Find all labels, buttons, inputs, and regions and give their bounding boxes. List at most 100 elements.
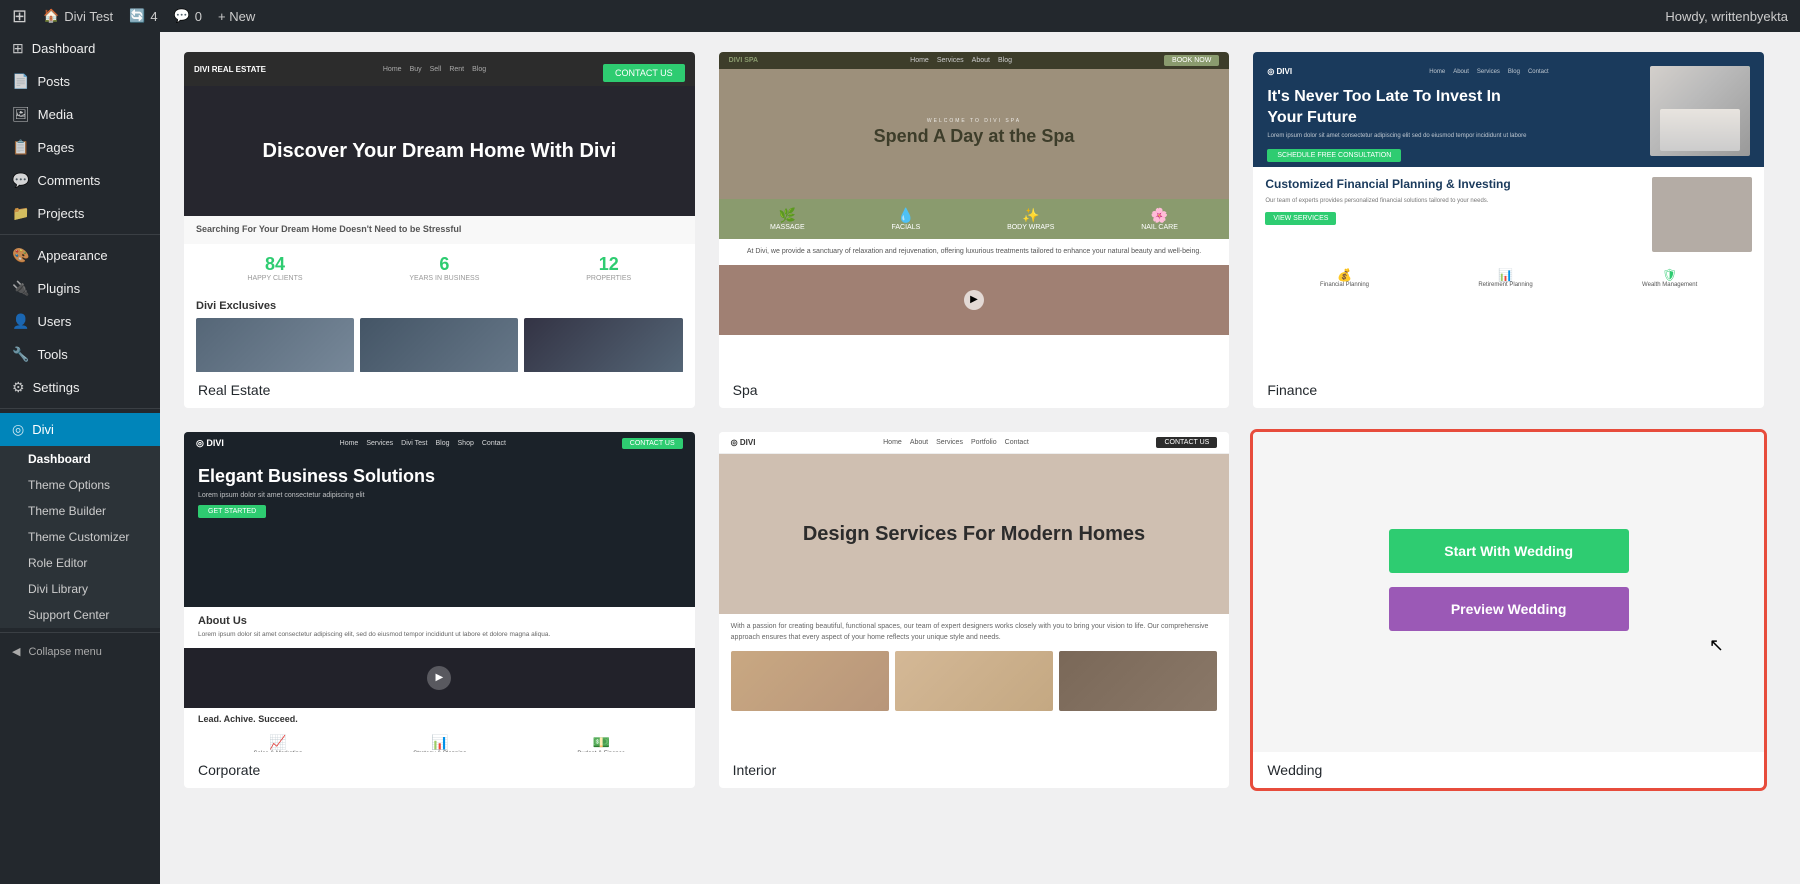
media-icon: 🖼 [12, 106, 30, 123]
corp-hero-btn[interactable]: GET STARTED [198, 505, 266, 518]
admin-sidebar: ⊞ Dashboard 📄 Posts 🖼 Media 📋 Pages 💬 Co… [0, 32, 160, 884]
template-card-corporate[interactable]: ◎ DIVI HomeServicesDivi TestBlogShopCont… [184, 432, 695, 788]
fin-hero-cta[interactable]: SCHEDULE FREE CONSULTATION [1267, 149, 1401, 162]
re-contact-btn[interactable]: CONTACT US [603, 64, 685, 82]
comments-item[interactable]: 💬 0 [174, 8, 202, 24]
sidebar-item-settings[interactable]: ⚙ Settings [0, 371, 160, 404]
submenu-item-theme-customizer[interactable]: Theme Customizer [0, 524, 160, 550]
corp-lead-label: Lead. Achive. Succeed. [198, 714, 681, 724]
template-name-corporate: Corporate [184, 752, 695, 788]
start-with-wedding-button[interactable]: Start With Wedding [1389, 529, 1629, 573]
submenu-item-support-center[interactable]: Support Center [0, 602, 160, 628]
corp-stats: 📈 Sales & Marketing 📊 Strategy & Plannin… [184, 730, 695, 752]
re-bottom: Divi Exclusives [184, 292, 695, 372]
sidebar-item-comments[interactable]: 💬 Comments [0, 164, 160, 197]
fin-hero-image [1650, 66, 1750, 156]
tools-icon: 🔧 [12, 346, 29, 363]
sidebar-item-appearance[interactable]: 🎨 Appearance [0, 239, 160, 272]
sidebar-item-divi[interactable]: ◎ Divi [0, 413, 160, 446]
preview-wedding-button[interactable]: Preview Wedding [1389, 587, 1629, 631]
updates-item[interactable]: 🔄 4 [129, 8, 157, 24]
template-preview-finance: ◎ DIVI HomeAboutServicesBlogContact GET … [1253, 52, 1764, 372]
submenu-item-theme-options[interactable]: Theme Options [0, 472, 160, 498]
corp-hero: ◎ DIVI HomeServicesDivi TestBlogShopCont… [184, 432, 695, 607]
user-greeting: Howdy, writtenbyekta [1665, 9, 1788, 24]
pages-icon: 📋 [12, 139, 29, 156]
corp-about-section: About Us Lorem ipsum dolor sit amet cons… [184, 607, 695, 648]
corp-about-label: About Us [198, 615, 681, 627]
int-body: With a passion for creating beautiful, f… [719, 614, 1230, 651]
divi-submenu: Dashboard Theme Options Theme Builder Th… [0, 446, 160, 628]
sidebar-item-posts[interactable]: 📄 Posts [0, 65, 160, 98]
submenu-item-theme-builder[interactable]: Theme Builder [0, 498, 160, 524]
re-exclusives-label: Divi Exclusives [196, 300, 683, 312]
template-card-real-estate[interactable]: DIVI REAL ESTATE HomeBuySellRentBlog CON… [184, 52, 695, 408]
site-name[interactable]: 🏠 Divi Test [43, 8, 113, 24]
dashboard-icon: ⊞ [12, 40, 24, 57]
sidebar-item-users[interactable]: 👤 Users [0, 305, 160, 338]
sidebar-item-tools[interactable]: 🔧 Tools [0, 338, 160, 371]
fin-view-services-btn[interactable]: VIEW SERVICES [1265, 212, 1336, 225]
int-body-text: With a passion for creating beautiful, f… [731, 622, 1218, 643]
home-icon: 🏠 [43, 8, 59, 24]
new-item[interactable]: + New [218, 9, 255, 24]
menu-separator-3 [0, 632, 160, 633]
fin-mid-title: Customized Financial Planning & Investin… [1265, 177, 1642, 193]
collapse-menu-button[interactable]: ◀ Collapse menu [0, 637, 160, 666]
corp-nav: ◎ DIVI HomeServicesDivi TestBlogShopCont… [184, 432, 695, 455]
sidebar-item-media[interactable]: 🖼 Media [0, 98, 160, 131]
corp-stat-3: Budget & Finance [577, 751, 625, 752]
corp-play-btn[interactable]: ▶ [427, 666, 451, 690]
template-card-spa[interactable]: DIVI SPA HomeServicesAboutBlog BOOK NOW … [719, 52, 1230, 408]
re-images [196, 318, 683, 372]
corp-hero-title: Elegant Business Solutions [198, 465, 681, 488]
corp-stat-1: Sales & Marketing [254, 751, 303, 752]
int-hero-title: Design Services For Modern Homes [803, 521, 1145, 547]
template-preview-corporate: ◎ DIVI HomeServicesDivi TestBlogShopCont… [184, 432, 695, 752]
projects-icon: 📁 [12, 205, 29, 222]
posts-icon: 📄 [12, 73, 29, 90]
sidebar-item-projects[interactable]: 📁 Projects [0, 197, 160, 230]
template-card-interior[interactable]: ◎ DIVI HomeAboutServicesPortfolioContact… [719, 432, 1230, 788]
fin-hero: ◎ DIVI HomeAboutServicesBlogContact GET … [1253, 52, 1764, 167]
menu-separator-1 [0, 234, 160, 235]
spa-about-text: At Divi, we provide a sanctuary of relax… [719, 239, 1230, 265]
comments-menu-icon: 💬 [12, 172, 29, 189]
template-card-wedding[interactable]: Start With Wedding Preview Wedding ↖ Wed… [1253, 432, 1764, 788]
template-preview-spa: DIVI SPA HomeServicesAboutBlog BOOK NOW … [719, 52, 1230, 372]
int-img-3 [1059, 651, 1217, 711]
re-hero: Discover Your Dream Home With Divi [184, 86, 695, 216]
sidebar-item-dashboard[interactable]: ⊞ Dashboard [0, 32, 160, 65]
submenu-item-dashboard[interactable]: Dashboard [0, 446, 160, 472]
template-name-interior: Interior [719, 752, 1230, 788]
spa-nav: DIVI SPA HomeServicesAboutBlog BOOK NOW [719, 52, 1230, 69]
re-img-2 [360, 318, 518, 372]
settings-icon: ⚙ [12, 379, 25, 396]
fin-services-icons: 💰 Financial Planning 📊 Retirement Planni… [1253, 262, 1764, 294]
collapse-icon: ◀ [12, 645, 20, 658]
corp-lead-section: Lead. Achive. Succeed. [184, 708, 695, 730]
spa-hero-title: Spend A Day at the Spa [874, 124, 1075, 149]
int-img-1 [731, 651, 889, 711]
menu-separator-2 [0, 408, 160, 409]
corp-stat-2: Strategy & Planning [413, 751, 466, 752]
template-name-finance: Finance [1253, 372, 1764, 408]
appearance-icon: 🎨 [12, 247, 29, 264]
int-img-2 [895, 651, 1053, 711]
sidebar-item-plugins[interactable]: 🔌 Plugins [0, 272, 160, 305]
submenu-item-divi-library[interactable]: Divi Library [0, 576, 160, 602]
main-content: DIVI REAL ESTATE HomeBuySellRentBlog CON… [160, 32, 1800, 884]
submenu-item-role-editor[interactable]: Role Editor [0, 550, 160, 576]
template-card-finance[interactable]: ◎ DIVI HomeAboutServicesBlogContact GET … [1253, 52, 1764, 408]
plugins-icon: 🔌 [12, 280, 29, 297]
updates-icon: 🔄 [129, 8, 145, 24]
template-name-real-estate: Real Estate [184, 372, 695, 408]
cursor-icon: ↖ [1709, 635, 1724, 656]
sidebar-item-pages[interactable]: 📋 Pages [0, 131, 160, 164]
spa-play-button[interactable]: ▶ [964, 290, 984, 310]
int-hero: Design Services For Modern Homes [719, 454, 1230, 614]
int-images [719, 651, 1230, 719]
int-nav: ◎ DIVI HomeAboutServicesPortfolioContact… [719, 432, 1230, 454]
wp-logo[interactable]: ⊞ [12, 6, 27, 27]
re-img-3 [524, 318, 682, 372]
